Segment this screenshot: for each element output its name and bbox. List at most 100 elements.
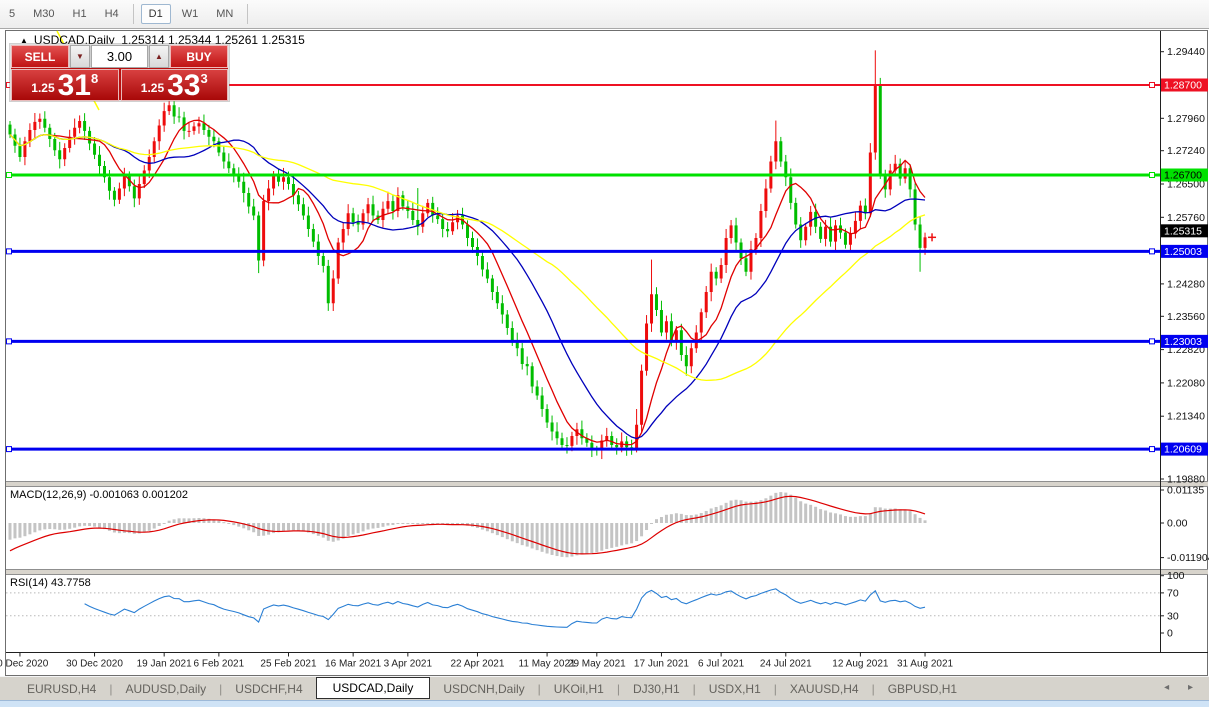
- hline-handle[interactable]: [1150, 173, 1155, 178]
- volume-increase-button[interactable]: ▲: [149, 45, 169, 68]
- time-tick-label: 29 May 2021: [568, 659, 626, 670]
- hline-price-label: 1.25003: [1164, 246, 1202, 258]
- macd-histogram-bar: [406, 523, 409, 524]
- macd-histogram-bar: [287, 523, 290, 530]
- macd-histogram-bar: [506, 523, 509, 539]
- candle-body: [466, 225, 469, 239]
- macd-histogram-bar: [521, 523, 524, 545]
- candle-body: [730, 225, 733, 238]
- rsi-header: RSI(14) 43.7758: [10, 577, 91, 589]
- candle-body: [446, 229, 449, 231]
- candle-body: [774, 141, 777, 161]
- candle-body: [551, 423, 554, 432]
- buy-price-big: 33: [167, 73, 200, 99]
- macd-histogram-bar: [372, 523, 375, 529]
- candle-body: [481, 256, 484, 270]
- time-tick-label: 6 Feb 2021: [194, 659, 245, 670]
- candle-body: [227, 162, 230, 169]
- buy-button[interactable]: BUY: [170, 45, 228, 68]
- macd-histogram-bar: [317, 523, 320, 536]
- candle-body: [401, 195, 404, 206]
- candle-body: [118, 189, 121, 200]
- candle-body: [451, 222, 454, 231]
- macd-histogram-bar: [546, 523, 549, 554]
- candle-body: [745, 258, 748, 272]
- candle-body: [386, 201, 389, 209]
- candle-body: [521, 348, 524, 364]
- time-tick-label: 10 Dec 2020: [0, 659, 49, 670]
- macd-histogram-bar: [108, 523, 111, 531]
- macd-histogram-bar: [58, 523, 61, 530]
- macd-histogram-bar: [88, 523, 91, 526]
- candle-body: [98, 155, 101, 166]
- macd-histogram-bar: [779, 492, 782, 523]
- macd-histogram-bar: [531, 523, 534, 548]
- candle-body: [302, 204, 305, 215]
- price-tick-label: 1.29440: [1167, 46, 1205, 58]
- candle-body: [546, 409, 549, 423]
- rsi-axis-label: 100: [1167, 570, 1185, 582]
- price-tick-label: 1.27240: [1167, 145, 1205, 157]
- candle-body: [526, 364, 529, 366]
- candle-body: [322, 256, 325, 266]
- macd-histogram-bar: [386, 523, 389, 526]
- candle-body: [779, 141, 782, 161]
- rsi-axis-label: 70: [1167, 587, 1179, 599]
- rsi-axis-label: 30: [1167, 610, 1179, 622]
- pane-separator[interactable]: [6, 482, 1208, 487]
- candle-body: [849, 234, 852, 245]
- candle-body: [252, 207, 255, 216]
- candle-body: [158, 126, 161, 142]
- buy-price-panel[interactable]: 1.25 33 3: [121, 69, 229, 101]
- macd-histogram-bar: [794, 498, 797, 523]
- chart-canvas[interactable]: 1.294401.279601.272401.265001.257601.242…: [0, 0, 1209, 706]
- sell-price-panel[interactable]: 1.25 31 8: [11, 69, 119, 101]
- macd-histogram-bar: [168, 521, 171, 523]
- macd-histogram-bar: [819, 509, 822, 523]
- hline-handle[interactable]: [7, 447, 12, 452]
- macd-histogram-bar: [570, 523, 573, 557]
- macd-histogram-bar: [431, 523, 434, 524]
- candle-body: [337, 243, 340, 279]
- pane-separator[interactable]: [6, 570, 1208, 575]
- macd-histogram-bar: [869, 513, 872, 523]
- hline-handle[interactable]: [1150, 339, 1155, 344]
- candle-body: [28, 130, 31, 141]
- hline-handle[interactable]: [7, 173, 12, 178]
- hline-handle[interactable]: [1150, 83, 1155, 88]
- macd-histogram-bar: [511, 523, 514, 541]
- candle-body: [307, 216, 310, 230]
- candle-body: [108, 177, 111, 191]
- time-tick-label: 12 Aug 2021: [832, 659, 889, 670]
- macd-histogram-bar: [640, 523, 643, 536]
- macd-histogram-bar: [600, 523, 603, 551]
- macd-histogram-bar: [416, 523, 419, 524]
- hline-handle[interactable]: [1150, 447, 1155, 452]
- price-tick-label: 1.27960: [1167, 113, 1205, 125]
- candle-body: [327, 266, 330, 303]
- hline-handle[interactable]: [1150, 249, 1155, 254]
- macd-histogram-bar: [575, 523, 578, 555]
- candle-body: [133, 186, 136, 198]
- sell-button[interactable]: SELL: [11, 45, 69, 68]
- candle-body: [242, 182, 245, 193]
- candle-body: [441, 219, 444, 229]
- macd-histogram-bar: [849, 517, 852, 523]
- volume-decrease-button[interactable]: ▼: [70, 45, 90, 68]
- candle-body: [705, 292, 708, 312]
- candle-body: [506, 315, 509, 329]
- volume-input[interactable]: 3.00: [91, 45, 148, 68]
- hline-handle[interactable]: [7, 249, 12, 254]
- candle-body: [570, 436, 573, 446]
- macd-axis-label: 0.00: [1167, 518, 1188, 530]
- hline-handle[interactable]: [7, 339, 12, 344]
- macd-histogram-bar: [759, 500, 762, 523]
- candle-body: [556, 432, 559, 439]
- candle-body: [58, 150, 61, 159]
- candle-body: [685, 355, 688, 366]
- macd-histogram-bar: [551, 523, 554, 555]
- macd-histogram-bar: [352, 523, 355, 534]
- macd-histogram-bar: [332, 523, 335, 542]
- macd-histogram-bar: [297, 523, 300, 531]
- sell-price-big: 31: [58, 73, 91, 99]
